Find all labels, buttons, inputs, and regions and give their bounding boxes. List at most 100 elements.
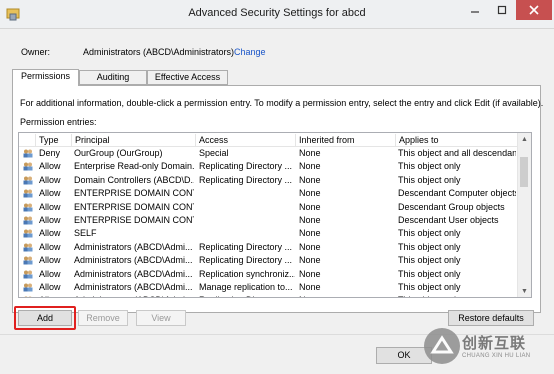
cell-access — [199, 214, 295, 227]
list-header: Type Principal Access Inherited from App… — [19, 133, 519, 147]
scroll-up-icon[interactable]: ▲ — [518, 133, 531, 145]
cell-type: Allow — [39, 214, 61, 225]
tab-effective-access[interactable]: Effective Access — [147, 70, 228, 85]
cell-applies: This object only — [398, 281, 461, 292]
tab-auditing[interactable]: Auditing — [79, 70, 147, 85]
user-group-icon — [23, 243, 33, 252]
change-owner-link[interactable]: Change — [234, 47, 266, 57]
cell-inherited: None — [299, 201, 321, 212]
cell-principal: OurGroup (OurGroup) — [74, 148, 163, 158]
cell-inherited: None — [299, 281, 321, 292]
table-row[interactable]: Allow Administrators (ABCD\Admi... Replica… — [19, 241, 519, 254]
cell-type: Deny — [39, 148, 61, 158]
cell-applies: This object only — [398, 174, 461, 185]
cell-inherited: None — [299, 241, 321, 252]
table-row[interactable]: Allow Administrators (ABCD\Admi... Replica… — [19, 254, 519, 267]
column-inherited-from[interactable]: Inherited from — [295, 134, 395, 146]
table-row[interactable]: Allow ENTERPRISE DOMAIN CONT... None Descen… — [19, 201, 519, 214]
user-group-icon — [23, 256, 33, 265]
vertical-scrollbar[interactable]: ▲ ▼ — [517, 133, 531, 297]
cell-access — [199, 201, 295, 214]
cell-inherited: None — [299, 268, 321, 279]
tab-permissions[interactable]: Permissions — [12, 69, 79, 86]
user-group-icon — [23, 189, 33, 198]
cell-principal: Administrators (ABCD\Admi... — [74, 294, 194, 297]
table-row[interactable]: Allow Enterprise Read-only Domain... Repli… — [19, 160, 519, 173]
cell-principal: ENTERPRISE DOMAIN CONT... — [74, 201, 194, 212]
cell-applies: This object and all descendan... — [398, 148, 516, 158]
cell-principal: Domain Controllers (ABCD\D... — [74, 174, 194, 185]
cell-type: Allow — [39, 268, 61, 279]
user-group-icon — [23, 162, 33, 171]
cell-applies: This object only — [398, 161, 461, 172]
scroll-down-icon[interactable]: ▼ — [518, 285, 531, 297]
cell-access — [199, 187, 295, 200]
cell-access — [199, 227, 295, 240]
close-icon — [529, 5, 539, 15]
cell-access: Replicating Directory ... — [199, 174, 293, 185]
user-group-icon — [23, 216, 33, 225]
owner-label: Owner: — [21, 47, 51, 57]
cell-inherited: None — [299, 188, 321, 199]
watermark-en-text: CHUANG XIN HU LIAN — [462, 353, 531, 359]
watermark-logo: 创新互联 CHUANG XIN HU LIAN — [424, 324, 554, 372]
cell-principal: Administrators (ABCD\Admi... — [74, 268, 193, 279]
cell-applies: Descendant Computer objects — [398, 188, 516, 199]
user-group-icon — [23, 203, 33, 212]
permission-entries-list[interactable]: Type Principal Access Inherited from App… — [18, 132, 532, 298]
table-row[interactable]: AllowAdministrators (ABCD\Admi...Replica… — [19, 294, 519, 297]
info-text: For additional information, double-click… — [20, 98, 544, 108]
cell-inherited: None — [299, 214, 321, 225]
cell-type: Allow — [39, 201, 61, 212]
cell-principal: Administrators (ABCD\Admi... — [74, 241, 193, 252]
cell-applies: Descendant Group objects — [398, 201, 505, 212]
cell-type: Allow — [39, 228, 61, 239]
cell-principal: Enterprise Read-only Domain... — [74, 161, 194, 172]
cell-type: Allow — [39, 255, 61, 266]
column-principal[interactable]: Principal — [71, 134, 195, 146]
cell-type: Allow — [39, 241, 61, 252]
cell-type: Allow — [39, 161, 61, 172]
column-access[interactable]: Access — [195, 134, 295, 146]
minimize-button[interactable] — [462, 0, 488, 20]
table-row[interactable]: Allow Administrators (ABCD\Admi... Manage … — [19, 281, 519, 294]
column-type[interactable]: Type — [35, 134, 71, 146]
table-row[interactable]: Allow Administrators (ABCD\Admi... Replica… — [19, 268, 519, 281]
cell-type: Allow — [39, 294, 73, 297]
table-row[interactable]: Allow Domain Controllers (ABCD\D... Replic… — [19, 174, 519, 187]
cell-access: Special — [199, 148, 229, 158]
remove-button[interactable]: Remove — [78, 310, 128, 326]
scroll-thumb[interactable] — [520, 157, 528, 187]
owner-value: Administrators (ABCD\Administrators) — [83, 47, 235, 57]
permission-entries-label: Permission entries: — [20, 117, 97, 127]
cell-principal: Administrators (ABCD\Admi... — [74, 255, 193, 266]
cell-applies: This object only — [398, 294, 516, 297]
cell-applies: This object only — [398, 268, 461, 279]
cell-access: Replicating Directory ... — [199, 161, 293, 172]
brand-logo-icon — [424, 328, 460, 364]
table-row[interactable]: Allow SELF None This object only — [19, 227, 519, 240]
user-group-icon — [23, 296, 33, 297]
cell-inherited: None — [299, 294, 395, 297]
cell-access: Replication synchroniz... — [199, 268, 295, 279]
cell-access: Replicating Directory ... — [199, 255, 293, 266]
table-row[interactable]: Allow ENTERPRISE DOMAIN CONT... None Descen… — [19, 187, 519, 200]
watermark-cn-text: 创新互联 — [462, 335, 527, 352]
cell-principal: SELF — [74, 228, 97, 239]
close-button[interactable] — [516, 0, 552, 20]
cell-type: Allow — [39, 174, 61, 185]
user-group-icon — [23, 270, 33, 279]
maximize-button[interactable] — [489, 0, 515, 20]
cell-access: Replicating Directory ... — [199, 241, 293, 252]
cell-inherited: None — [299, 255, 321, 266]
user-group-icon — [23, 283, 33, 292]
cell-applies: Descendant User objects — [398, 214, 499, 225]
table-row[interactable]: Deny OurGroup (OurGroup) Special None This o… — [19, 147, 519, 160]
table-row[interactable]: Allow ENTERPRISE DOMAIN CONT... None Descen… — [19, 214, 519, 227]
view-button[interactable]: View — [136, 310, 186, 326]
cell-applies: This object only — [398, 228, 461, 239]
cell-type: Allow — [39, 188, 61, 199]
cell-type: Allow — [39, 281, 61, 292]
cell-inherited: None — [299, 228, 321, 239]
column-applies-to[interactable]: Applies to — [395, 134, 519, 146]
